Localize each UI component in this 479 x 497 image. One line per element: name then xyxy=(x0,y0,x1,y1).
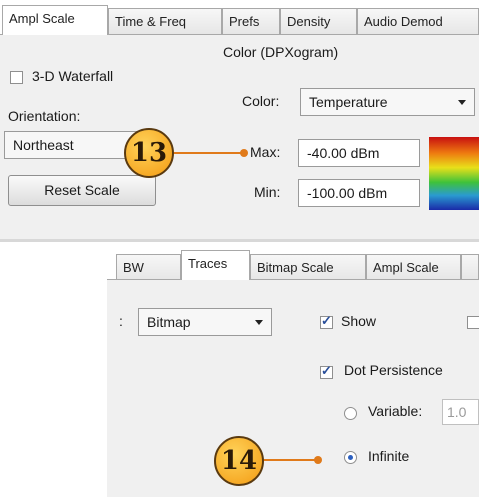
min-input[interactable]: -100.00 dBm xyxy=(298,179,420,207)
tab-traces[interactable]: Traces xyxy=(181,250,250,280)
variable-label: Variable: xyxy=(368,403,423,419)
tab-bitmap-scale[interactable]: Bitmap Scale xyxy=(250,254,366,280)
tab-time-freq[interactable]: Time & Freq xyxy=(108,8,222,34)
show-checkbox[interactable] xyxy=(320,313,333,329)
tab-ampl-scale[interactable]: Ampl Scale xyxy=(2,5,108,35)
chevron-down-icon xyxy=(458,100,466,105)
callout-14: 14 xyxy=(214,436,264,486)
tab-strip-line-2 xyxy=(107,279,479,280)
variable-radio[interactable] xyxy=(344,407,357,420)
chevron-down-icon xyxy=(255,320,263,325)
tab-ampl-scale-2[interactable]: Ampl Scale xyxy=(366,254,461,280)
trace-label-fragment: : xyxy=(119,313,123,329)
extra-checkbox[interactable] xyxy=(467,316,479,329)
tab-bw[interactable]: BW xyxy=(116,254,181,280)
orientation-label: Orientation: xyxy=(8,108,81,124)
infinite-radio[interactable] xyxy=(344,451,357,464)
tab-more[interactable] xyxy=(461,254,479,280)
callout-13-leader xyxy=(170,152,244,154)
callout-13: 13 xyxy=(124,128,174,178)
max-input[interactable]: -40.00 dBm xyxy=(298,139,420,167)
dot-persistence-checkbox[interactable] xyxy=(320,363,333,379)
tab-audio-demod[interactable]: Audio Demod xyxy=(357,8,479,34)
callout-14-dot xyxy=(314,456,322,464)
dot-persistence-label: Dot Persistence xyxy=(344,362,443,378)
color-select[interactable]: Temperature xyxy=(300,88,475,116)
max-label: Max: xyxy=(250,144,281,160)
waterfall-label: 3-D Waterfall xyxy=(32,68,114,84)
callout-13-dot xyxy=(240,149,248,157)
color-label: Color: xyxy=(242,93,280,109)
reset-scale-button[interactable]: Reset Scale xyxy=(8,175,156,206)
tab-prefs[interactable]: Prefs xyxy=(222,8,280,34)
tab-density[interactable]: Density xyxy=(280,8,357,34)
show-label: Show xyxy=(341,313,377,329)
color-scale-bar xyxy=(429,137,479,210)
infinite-label: Infinite xyxy=(368,448,410,464)
callout-14-leader xyxy=(262,459,319,461)
trace-select[interactable]: Bitmap xyxy=(138,308,272,336)
panel-divider xyxy=(0,239,479,242)
min-label: Min: xyxy=(254,184,281,200)
variable-input[interactable]: 1.0 xyxy=(442,399,479,425)
waterfall-checkbox[interactable] xyxy=(10,71,23,84)
color-group-title: Color (DPXogram) xyxy=(223,44,339,60)
